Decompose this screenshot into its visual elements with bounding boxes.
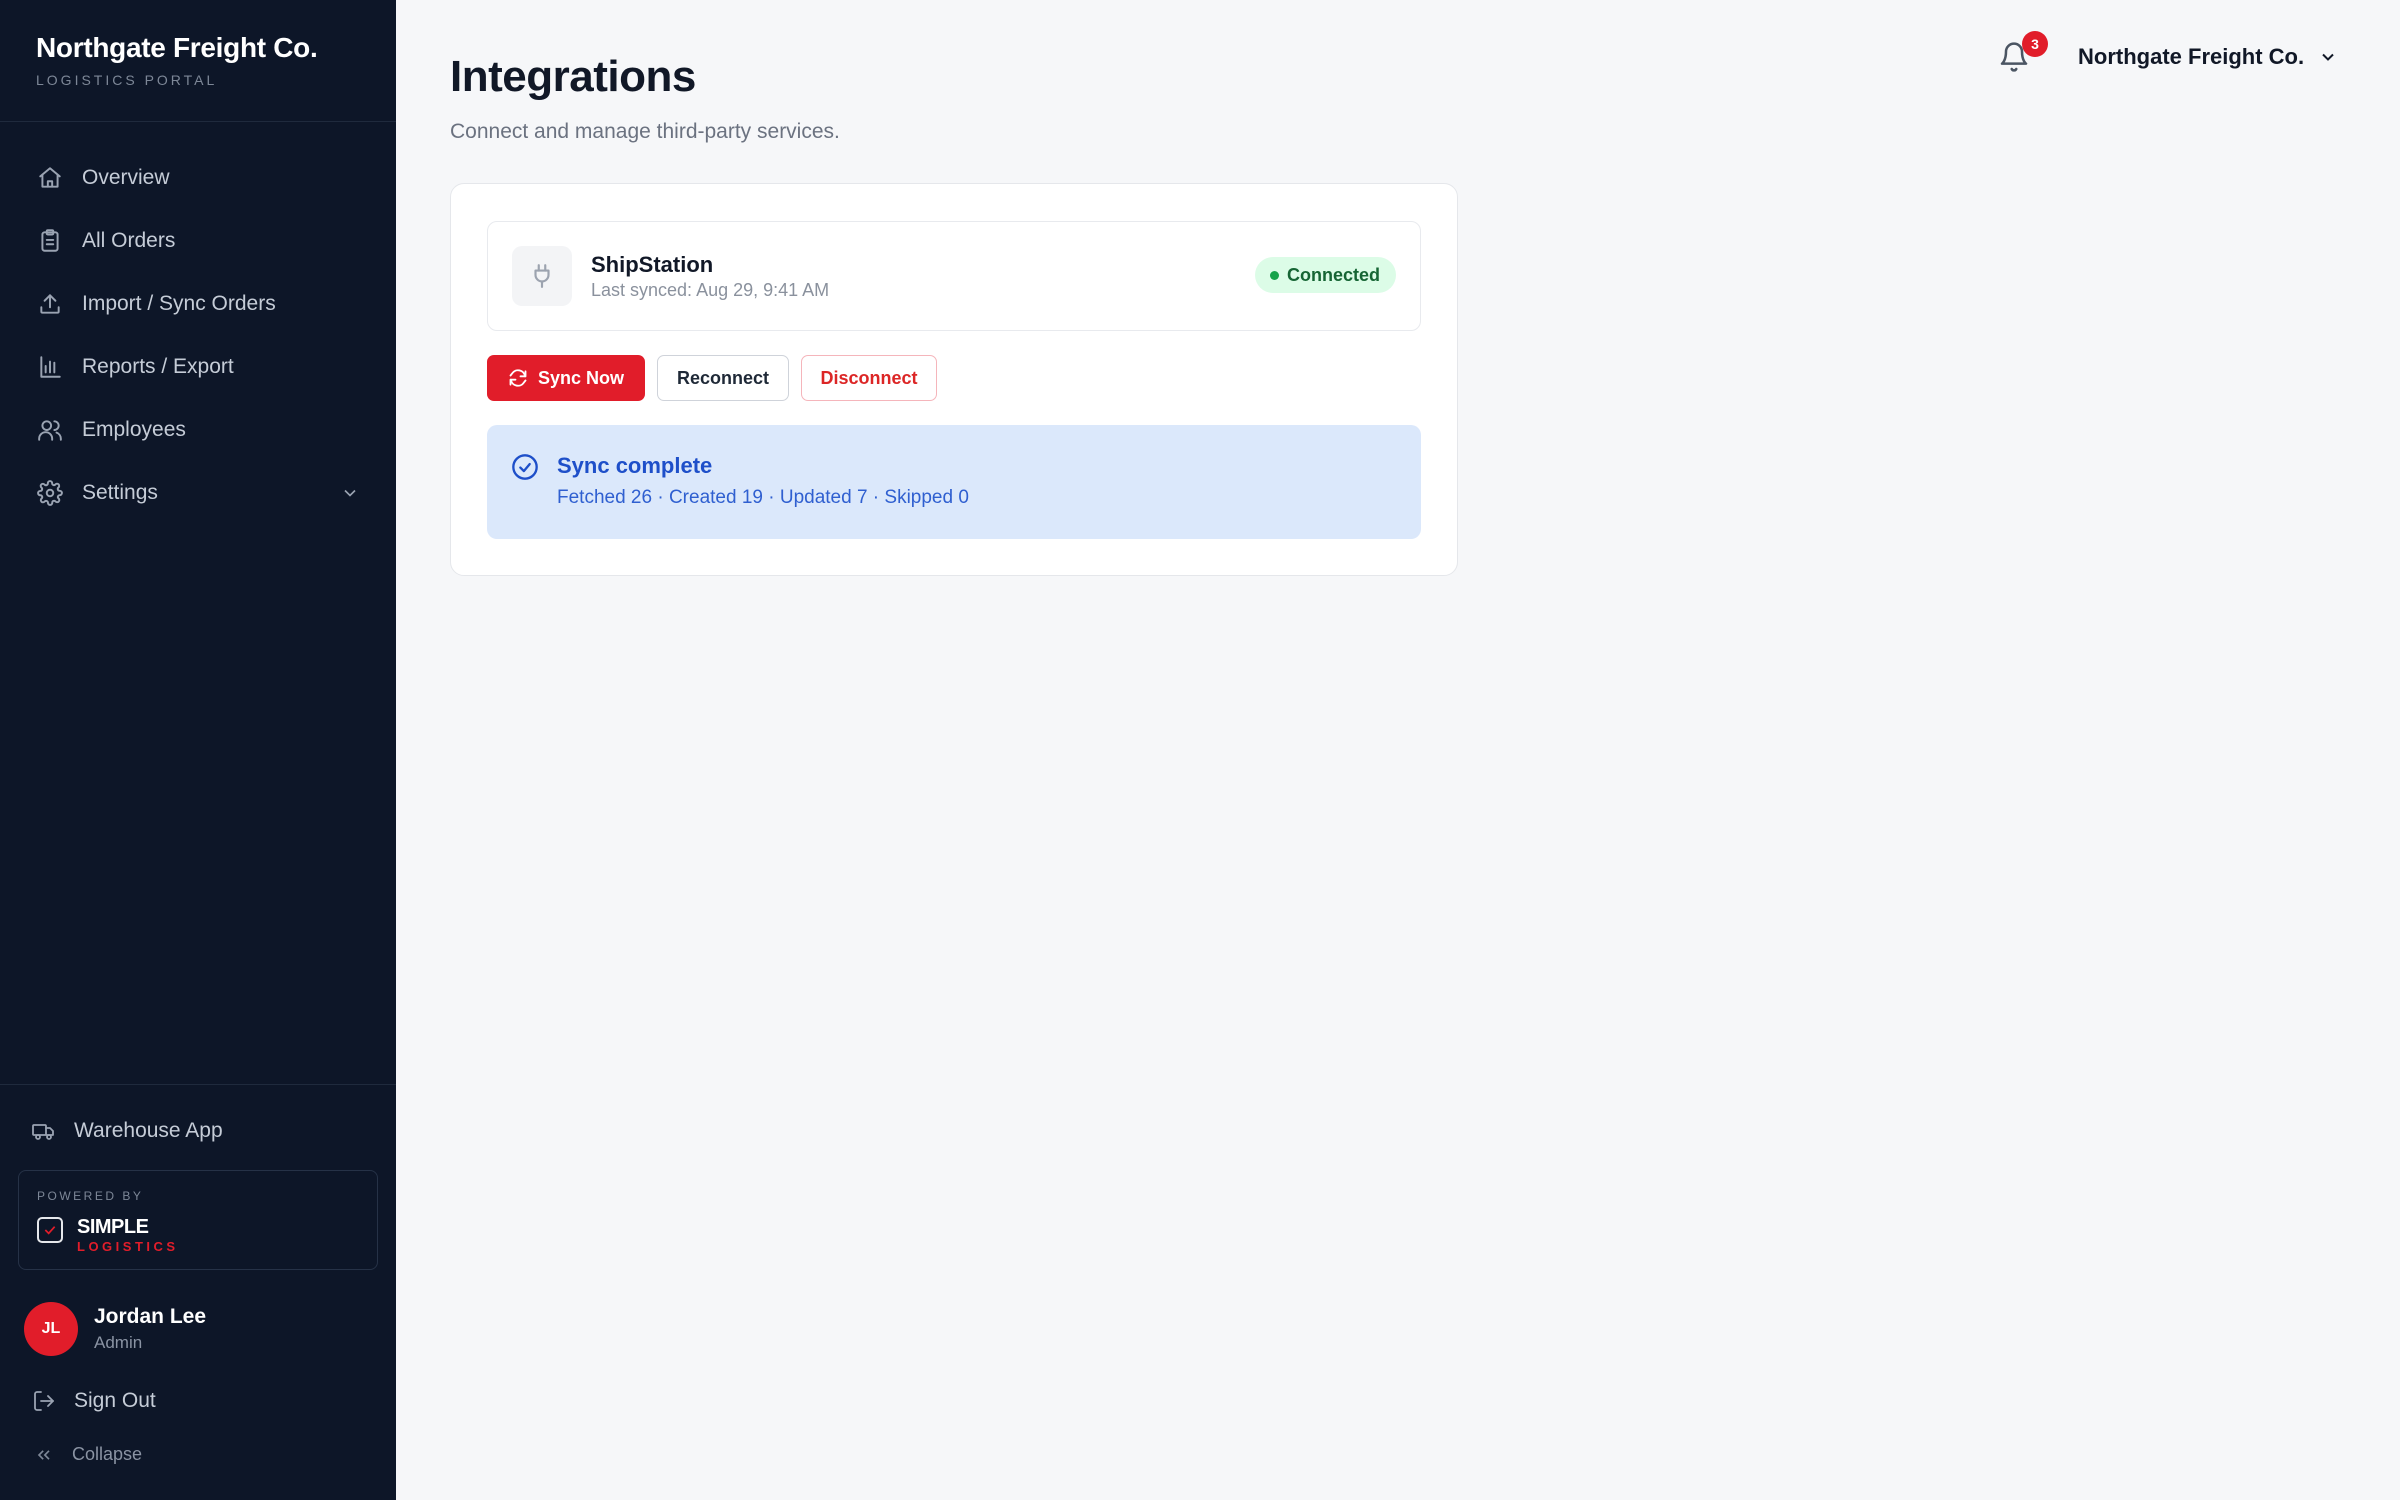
clipboard-icon (36, 227, 64, 255)
refresh-icon (509, 369, 527, 387)
org-switcher[interactable]: Northgate Freight Co. (2078, 44, 2338, 70)
sidebar: Northgate Freight Co. LOGISTICS PORTAL O… (0, 0, 396, 1500)
truck-icon (32, 1118, 58, 1144)
user-info: Jordan Lee Admin (94, 1305, 206, 1353)
alert-title: Sync complete (557, 453, 713, 478)
users-icon (36, 416, 64, 444)
upload-icon (36, 290, 64, 318)
sidebar-item-label: Reports / Export (82, 354, 234, 378)
sidebar-item-all-orders[interactable]: All Orders (0, 209, 396, 272)
page-subtitle: Connect and manage third-party services. (450, 120, 840, 143)
sidebar-item-label: Overview (82, 165, 170, 189)
warehouse-app-label: Warehouse App (74, 1119, 223, 1142)
integration-row: ShipStation Last synced: Aug 29, 9:41 AM… (487, 221, 1421, 331)
brand-subtitle: LOGISTICS PORTAL (36, 72, 218, 88)
check-circle-icon (511, 453, 539, 481)
status-badge: Connected (1254, 257, 1396, 293)
sidebar-item-overview[interactable]: Overview (0, 146, 396, 209)
sidebar-item-label: All Orders (82, 228, 176, 252)
sign-out-button[interactable]: Sign Out (32, 1388, 156, 1414)
home-icon (36, 164, 64, 192)
plug-icon (512, 246, 572, 306)
sidebar-item-label: Employees (82, 417, 186, 441)
chevron-down-icon[interactable] (340, 483, 360, 503)
collapse-button[interactable]: Collapse (34, 1444, 142, 1465)
gear-icon (36, 479, 64, 507)
brand-name: Northgate Freight Co. (36, 32, 318, 63)
brand: Northgate Freight Co. LOGISTICS PORTAL (36, 32, 318, 88)
sidebar-divider (0, 121, 396, 122)
sync-now-button[interactable]: Sync Now (487, 355, 645, 401)
sidebar-item-settings[interactable]: Settings (0, 461, 396, 524)
notifications-button[interactable]: 3 (1998, 31, 2048, 80)
sign-out-icon (32, 1388, 58, 1414)
chevrons-left-icon (37, 1449, 50, 1460)
reconnect-button[interactable]: Reconnect (657, 355, 789, 401)
sidebar-nav: Overview All Orders Import / Sync Orders… (0, 146, 396, 524)
integration-last-synced: Last synced: Aug 29, 9:41 AM (591, 280, 830, 300)
integration-card: ShipStation Last synced: Aug 29, 9:41 AM… (450, 183, 1458, 576)
user-name: Jordan Lee (94, 1305, 207, 1328)
sidebar-item-label: Settings (82, 480, 158, 504)
sidebar-item-reports-export[interactable]: Reports / Export (0, 335, 396, 398)
disconnect-button[interactable]: Disconnect (801, 355, 937, 401)
powered-by-panel: POWERED BY SIMPLE LOGISTICS (18, 1170, 378, 1270)
bar-chart-icon (36, 353, 64, 381)
org-name: Northgate Freight Co. (2078, 44, 2305, 69)
sidebar-divider (0, 1084, 396, 1085)
sign-out-label: Sign Out (74, 1389, 156, 1412)
collapse-label: Collapse (72, 1444, 143, 1464)
notification-count-badge: 3 (2022, 31, 2048, 57)
page-title: Integrations (450, 52, 696, 101)
avatar: JL (24, 1302, 78, 1356)
powered-by-label: POWERED BY (37, 1189, 144, 1203)
sync-result-alert: Sync complete Fetched 26 · Created 19 · … (487, 425, 1421, 539)
checkbox-logo-icon (37, 1217, 63, 1243)
sync-now-label: Sync Now (537, 367, 625, 388)
sidebar-item-employees[interactable]: Employees (0, 398, 396, 461)
sidebar-item-import-sync[interactable]: Import / Sync Orders (0, 272, 396, 335)
warehouse-app-link[interactable]: Warehouse App (32, 1118, 223, 1144)
alert-detail: Fetched 26 · Created 19 · Updated 7 · Sk… (557, 487, 969, 508)
chevron-down-icon (2322, 53, 2334, 61)
sidebar-item-label: Import / Sync Orders (82, 291, 276, 315)
integration-name: ShipStation (591, 252, 714, 277)
user-role: Admin (94, 1333, 143, 1352)
powered-by-name: SIMPLE (77, 1216, 149, 1238)
user-profile[interactable]: JL Jordan Lee Admin (24, 1302, 206, 1356)
powered-by-name-sub: LOGISTICS (77, 1239, 179, 1254)
